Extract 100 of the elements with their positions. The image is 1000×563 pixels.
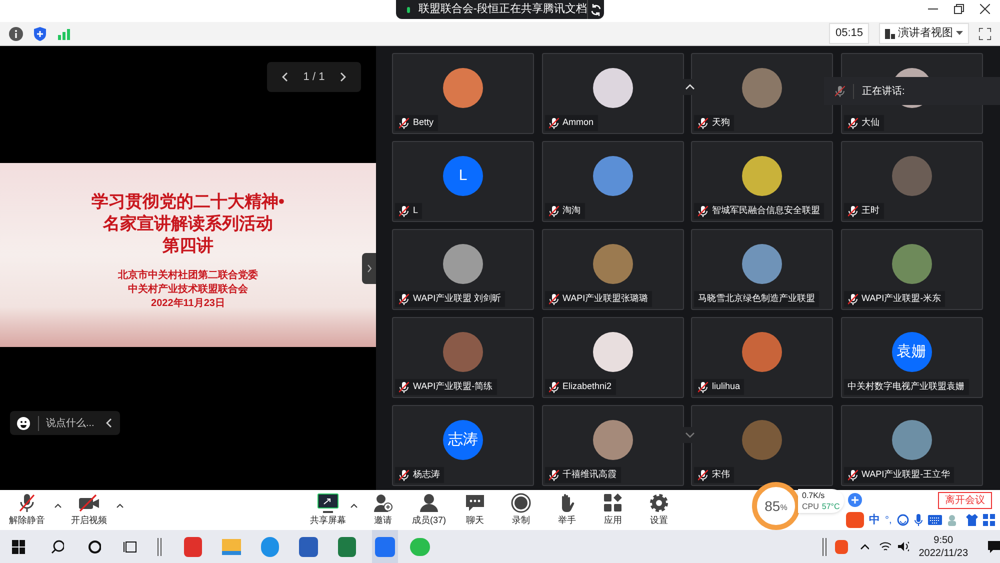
memory-gauge: 85% [752, 482, 800, 530]
wifi-icon[interactable] [878, 541, 891, 552]
microphone-off-icon [17, 492, 37, 513]
sharing-title: 联盟联合会-段恒正在共享腾讯文档 [418, 2, 587, 18]
mic-off-icon [835, 86, 845, 96]
sogou-logo-icon[interactable] [846, 512, 864, 528]
participant-name: 天狗 [712, 116, 730, 130]
chevron-up-icon [685, 84, 695, 90]
restore-icon[interactable] [954, 4, 964, 14]
participant-name: L [413, 204, 418, 218]
slide-subtitle-line: 2022年11月23日 [151, 297, 225, 311]
avatar: 袁姗 [892, 332, 932, 372]
leave-button[interactable]: 离开会议 [938, 492, 992, 509]
toolbar-button[interactable]: 邀请 [360, 492, 406, 528]
chevron-down-icon [685, 432, 695, 438]
windows-icon[interactable] [12, 540, 25, 554]
meeting-timer: 05:15 [829, 23, 869, 44]
grid-icon[interactable] [982, 514, 995, 526]
slide-title-line: 名家宣讲解读系列活动 [102, 213, 273, 235]
participant-name: liulihua [712, 380, 740, 394]
slide-title-line: 第四讲 [162, 235, 214, 257]
emoji-icon[interactable] [17, 416, 30, 430]
notification-icon[interactable] [988, 540, 1000, 552]
previous-icon[interactable] [281, 72, 288, 82]
shirt-icon[interactable] [966, 514, 978, 526]
caret-icon[interactable] [116, 502, 124, 508]
speaking-label: 正在讲话: [853, 84, 905, 98]
info-icon[interactable] [9, 26, 23, 40]
collapse-icon[interactable] [106, 418, 112, 428]
chevron-up-icon[interactable] [860, 544, 869, 550]
toolbar-button[interactable]: 解除静音 [8, 492, 46, 528]
toolbar-button[interactable]: 举手 [544, 492, 590, 528]
caret-icon[interactable] [350, 502, 358, 508]
word-icon[interactable] [299, 536, 318, 556]
microphone-icon[interactable] [914, 514, 923, 526]
caret-icon[interactable] [54, 502, 62, 508]
close-icon[interactable] [980, 4, 990, 14]
toolbar-button[interactable]: 设置 [636, 492, 682, 528]
toolbar-button[interactable]: 共享屏幕 [308, 492, 348, 528]
punctuation-mode[interactable]: °, [885, 512, 892, 528]
plus-icon[interactable] [848, 493, 862, 507]
participant-name: WAPI产业联盟-王立华 [862, 468, 950, 482]
participant-name: 淘淘 [562, 204, 580, 218]
slide-pager: 1 / 1 [267, 62, 361, 92]
search-icon[interactable] [50, 540, 64, 554]
toolbar-button[interactable]: 开启视频 [70, 492, 108, 528]
participant-name: WAPI产业联盟-简练 [413, 380, 493, 394]
camera-off-icon [78, 492, 100, 513]
task-view-icon[interactable] [122, 540, 138, 554]
clock-time[interactable]: 9:50 [934, 534, 954, 546]
participant-name: 中关村数字电视产业联盟袁姗 [848, 380, 964, 394]
participant-name: 王时 [862, 204, 880, 218]
separator-icon [822, 538, 827, 556]
keyboard-icon[interactable] [928, 515, 942, 525]
toolbar-button[interactable]: 成员(37) [406, 492, 452, 528]
monitor-icon [317, 492, 339, 513]
person-plus-icon [373, 492, 393, 513]
participant-name: 杨志涛 [413, 468, 440, 482]
folder-icon[interactable] [222, 538, 241, 554]
chat-input[interactable]: 说点什么... [38, 416, 94, 430]
input-mode[interactable]: 中 [869, 512, 880, 528]
smiley-icon[interactable] [896, 514, 909, 526]
toolbar-button[interactable]: 应用 [590, 492, 636, 528]
separator-icon [157, 538, 162, 556]
participant-name: 马晓雪北京绿色制造产业联盟 [698, 292, 815, 306]
cpu-label: CPU [802, 501, 819, 512]
meeting-app-icon [374, 536, 395, 556]
avatar: L [443, 156, 483, 196]
avatar: 志涛 [443, 420, 483, 460]
expand-icon[interactable] [366, 264, 372, 273]
shield-icon[interactable] [33, 26, 47, 40]
refresh-icon[interactable] [590, 4, 602, 16]
caret-icon [956, 31, 963, 36]
participant-name: 千禧维讯高霞 [562, 468, 616, 482]
toolbar-button[interactable]: 聊天 [452, 492, 498, 528]
next-icon[interactable] [340, 72, 347, 82]
sogou-tray-icon[interactable] [834, 540, 848, 554]
participant-name: Ammon [562, 116, 594, 130]
participant-name: Betty [413, 116, 434, 130]
network-speed: 0.7K/s [802, 490, 826, 501]
speaker-icon[interactable] [896, 541, 909, 552]
participant-name: WAPI产业联盟张璐璐 [562, 292, 648, 306]
slide-subtitle-line: 中关村产业技术联盟联合会 [128, 283, 248, 297]
record-icon [511, 492, 531, 513]
slide-title-line: 学习贯彻党的二十大精神• [92, 191, 284, 213]
slide-subtitle-line: 北京市中关村社团第二联合党委 [118, 269, 258, 283]
speech-bubble-icon [465, 492, 485, 513]
layout-icon [885, 28, 895, 38]
fullscreen-icon[interactable] [979, 28, 991, 40]
excel-icon[interactable] [338, 536, 356, 556]
view-button[interactable]: 演讲者视图 [879, 23, 969, 44]
clock-date[interactable]: 2022/11/23 [918, 546, 968, 560]
person-icon [419, 492, 439, 513]
apps-icon [603, 492, 623, 513]
participant-name: Elizabethni2 [562, 380, 612, 394]
participant-name: 智城军民融合信息安全联盟 [712, 204, 820, 218]
toolbar-button[interactable]: 录制 [498, 492, 544, 528]
cpu-temperature: 57°C [822, 501, 840, 512]
participant-name: WAPI产业联盟 刘剑昕 [413, 292, 502, 306]
participant-name: WAPI产业联盟-米东 [862, 292, 942, 306]
